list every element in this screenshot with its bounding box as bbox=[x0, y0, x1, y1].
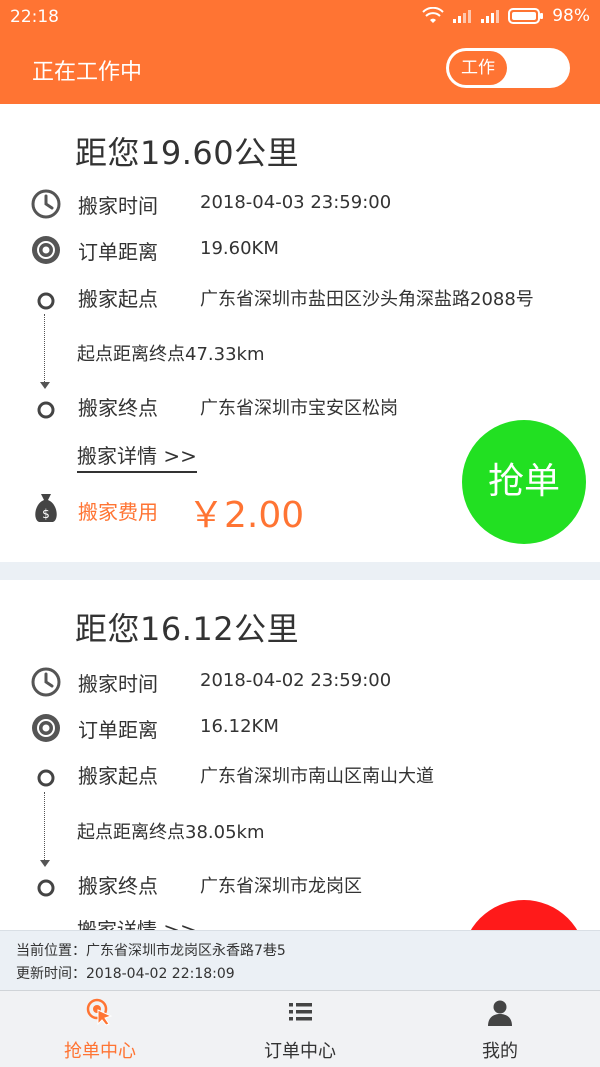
order-distance-title: 距您19.60公里 bbox=[75, 134, 300, 172]
start-end-distance: 起点距离终点47.33km bbox=[77, 344, 265, 365]
battery-icon bbox=[508, 8, 544, 24]
status-icons: 98% bbox=[422, 6, 590, 26]
move-time-row: 搬家时间 2018-04-03 23:59:00 bbox=[0, 184, 600, 224]
start-point-value: 广东省深圳市盐田区沙头角深盐路2088号 bbox=[200, 289, 534, 310]
order-distance-label: 订单距离 bbox=[78, 718, 158, 742]
order-list[interactable]: 距您19.60公里 搬家时间 2018-04-03 23:59:00 订单距离 … bbox=[0, 104, 600, 930]
route-line bbox=[44, 792, 45, 862]
end-point-icon bbox=[37, 879, 55, 897]
order-card: 距您16.12公里 搬家时间 2018-04-02 23:59:00 订单距离 … bbox=[0, 580, 600, 930]
order-distance-label: 订单距离 bbox=[78, 240, 158, 264]
order-distance-title: 距您16.12公里 bbox=[75, 610, 300, 648]
signal-icon bbox=[453, 10, 472, 23]
nav-order-center[interactable]: 订单中心 bbox=[200, 991, 400, 1067]
move-fee-label: 搬家费用 bbox=[78, 500, 158, 524]
status-bar: 22:18 98% bbox=[0, 0, 600, 34]
clock-icon bbox=[31, 667, 61, 697]
work-status-toggle[interactable]: 工作 bbox=[446, 48, 570, 88]
nav-label: 订单中心 bbox=[264, 1041, 336, 1062]
move-detail-link[interactable]: 搬家详情 >> bbox=[77, 914, 197, 930]
cursor-click-icon bbox=[86, 998, 113, 1026]
bottom-nav: 抢单中心 订单中心 我的 bbox=[0, 990, 600, 1067]
target-icon bbox=[32, 714, 60, 742]
order-distance-value: 16.12KM bbox=[200, 716, 279, 737]
status-time: 22:18 bbox=[10, 7, 59, 27]
battery-percent: 98% bbox=[552, 6, 590, 26]
nav-mine[interactable]: 我的 bbox=[400, 991, 600, 1067]
order-distance-value: 19.60KM bbox=[200, 238, 279, 259]
location-update-time: 更新时间：2018-04-02 22:18:09 bbox=[16, 966, 235, 982]
move-time-label: 搬家时间 bbox=[78, 672, 158, 696]
end-point-label: 搬家终点 bbox=[78, 874, 158, 898]
list-icon bbox=[289, 1003, 312, 1021]
move-time-value: 2018-04-03 23:59:00 bbox=[200, 192, 392, 213]
end-point-row: 搬家终点 广东省深圳市龙岗区 bbox=[0, 864, 600, 904]
nav-grab-center[interactable]: 抢单中心 bbox=[0, 991, 200, 1067]
start-point-row: 搬家起点 广东省深圳市盐田区沙头角深盐路2088号 bbox=[0, 277, 600, 317]
page-title: 正在工作中 bbox=[32, 60, 143, 85]
end-point-label: 搬家终点 bbox=[78, 396, 158, 420]
end-point-icon bbox=[37, 401, 55, 419]
start-point-label: 搬家起点 bbox=[78, 764, 158, 788]
start-point-row: 搬家起点 广东省深圳市南山区南山大道 bbox=[0, 754, 600, 794]
signal-icon-2 bbox=[481, 10, 500, 23]
svg-text:$: $ bbox=[42, 507, 50, 521]
location-info-bar: 当前位置：广东省深圳市龙岗区永香路7巷5 更新时间：2018-04-02 22:… bbox=[0, 930, 600, 990]
move-time-row: 搬家时间 2018-04-02 23:59:00 bbox=[0, 662, 600, 702]
move-time-value: 2018-04-02 23:59:00 bbox=[200, 670, 392, 691]
target-icon bbox=[32, 236, 60, 264]
order-distance-row: 订单距离 16.12KM bbox=[0, 708, 600, 748]
nav-label: 抢单中心 bbox=[64, 1041, 136, 1062]
move-detail-link[interactable]: 搬家详情 >> bbox=[77, 440, 197, 473]
grab-order-button[interactable]: 抢单 bbox=[462, 420, 586, 544]
start-point-icon bbox=[37, 292, 55, 310]
move-time-label: 搬家时间 bbox=[78, 194, 158, 218]
order-card: 距您19.60公里 搬家时间 2018-04-03 23:59:00 订单距离 … bbox=[0, 104, 600, 562]
end-point-value: 广东省深圳市宝安区松岗 bbox=[200, 398, 398, 419]
app-header: 正在工作中 工作 bbox=[0, 34, 600, 104]
toggle-knob: 工作 bbox=[449, 51, 507, 85]
end-point-value: 广东省深圳市龙岗区 bbox=[200, 876, 362, 897]
end-point-row: 搬家终点 广东省深圳市宝安区松岗 bbox=[0, 386, 600, 426]
start-point-value: 广东省深圳市南山区南山大道 bbox=[200, 766, 434, 787]
start-point-icon bbox=[37, 769, 55, 787]
order-distance-row: 订单距离 19.60KM bbox=[0, 230, 600, 270]
money-bag-icon: $ bbox=[35, 494, 57, 522]
wifi-icon bbox=[422, 7, 444, 23]
start-point-label: 搬家起点 bbox=[78, 287, 158, 311]
clock-icon bbox=[31, 189, 61, 219]
current-location: 当前位置：广东省深圳市龙岗区永香路7巷5 bbox=[16, 943, 286, 959]
move-fee-value: ￥2.00 bbox=[188, 495, 305, 536]
grab-order-button[interactable] bbox=[462, 900, 586, 930]
user-icon bbox=[488, 1000, 512, 1026]
start-end-distance: 起点距离终点38.05km bbox=[77, 822, 265, 843]
nav-label: 我的 bbox=[482, 1041, 518, 1062]
route-line bbox=[44, 314, 45, 384]
